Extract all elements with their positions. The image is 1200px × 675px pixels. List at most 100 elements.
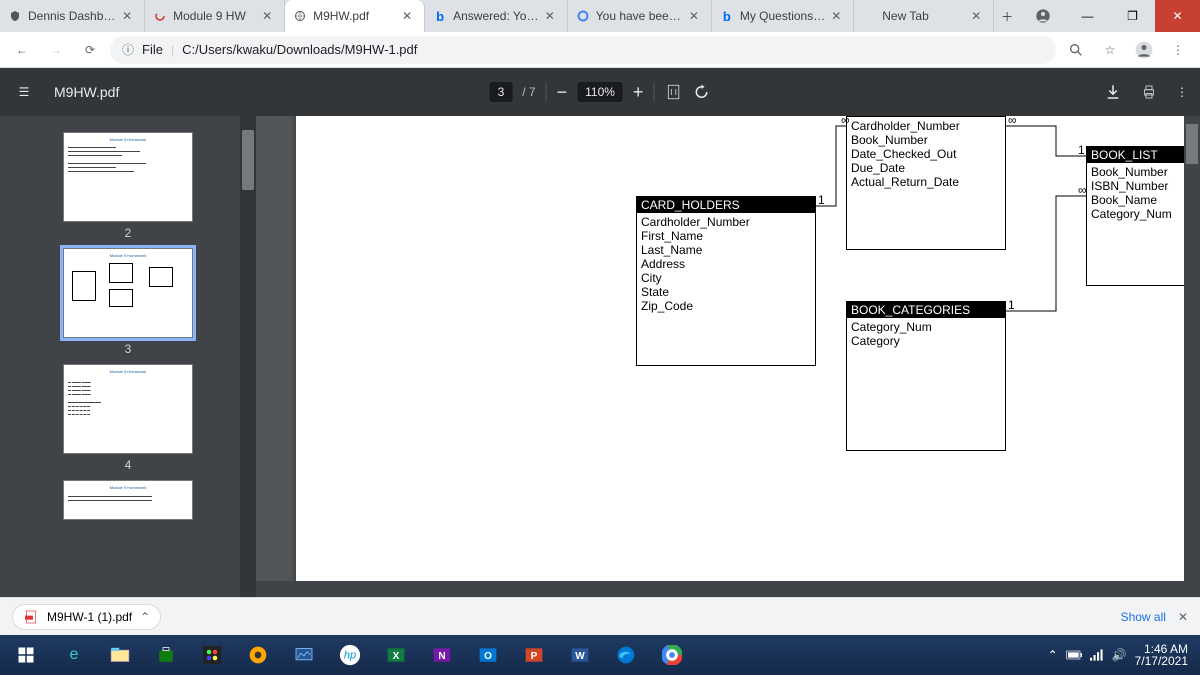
taskbar-dashboard-icon[interactable]	[284, 639, 324, 671]
download-icon[interactable]	[1104, 83, 1122, 101]
tab-my-questions[interactable]: b My Questions | ba ✕	[712, 0, 854, 32]
thumbnail-page-3[interactable]: Module 9 Homework	[63, 248, 193, 338]
page-total: / 7	[522, 85, 535, 99]
chevron-up-icon[interactable]: ⌃	[140, 610, 150, 624]
star-icon[interactable]: ☆	[1096, 36, 1124, 64]
taskbar-app-icon[interactable]	[192, 639, 232, 671]
close-icon[interactable]: ✕	[689, 9, 703, 23]
back-button[interactable]: ←	[8, 36, 36, 64]
tray-chevron-icon[interactable]: ⌃	[1048, 648, 1058, 662]
profile-icon[interactable]	[1130, 36, 1158, 64]
favicon-shield-icon	[8, 9, 22, 23]
entity-row: Cardholder_Number	[851, 119, 1001, 133]
close-icon[interactable]: ✕	[545, 9, 559, 23]
tray-wifi-icon[interactable]	[1090, 649, 1104, 661]
tab-strip: Dennis Dashboard ✕ Module 9 HW ✕ M9HW.pd…	[0, 0, 1020, 32]
close-downloads-button[interactable]: ✕	[1178, 610, 1188, 624]
minimize-button[interactable]: —	[1065, 0, 1110, 32]
tab-label: You have been giv	[596, 9, 683, 23]
page-number-input[interactable]: 3	[490, 82, 513, 102]
close-icon[interactable]: ✕	[122, 9, 136, 23]
forward-button[interactable]: →	[42, 36, 70, 64]
tray-battery-icon[interactable]	[1066, 650, 1082, 660]
rotate-icon[interactable]	[692, 83, 710, 101]
tab-label: Answered: You ha	[453, 9, 539, 23]
thumbnail-panel: Module 9 Homework ▬▬▬▬▬▬▬▬▬▬▬▬▬▬▬▬▬▬▬▬▬▬…	[0, 116, 256, 597]
zoom-level[interactable]: 110%	[577, 82, 623, 102]
svg-text:1: 1	[1008, 298, 1015, 312]
fit-page-icon[interactable]	[664, 83, 682, 101]
entity-row: First_Name	[641, 229, 811, 243]
viewer-scrollbar-horizontal[interactable]	[256, 581, 1184, 597]
tab-module-9-hw[interactable]: Module 9 HW ✕	[145, 0, 285, 32]
entity-row: City	[641, 271, 811, 285]
info-icon: ⓘ	[122, 41, 134, 58]
entity-header: BOOK_CATEGORIES	[847, 302, 1005, 318]
taskbar-explorer-icon[interactable]	[100, 639, 140, 671]
new-tab-button[interactable]: ＋	[994, 0, 1020, 32]
tab-you-have-been[interactable]: You have been giv ✕	[568, 0, 712, 32]
pdf-viewer[interactable]: CARD_HOLDERS Cardholder_Number First_Nam…	[256, 116, 1200, 597]
svg-text:W: W	[575, 651, 585, 662]
menu-icon[interactable]: ⋮	[1164, 36, 1192, 64]
clock[interactable]: 1:46 AM 7/17/2021	[1135, 643, 1188, 667]
tab-label: My Questions | ba	[740, 9, 825, 23]
entity-row: Zip_Code	[641, 299, 811, 313]
thumbnail-page-4[interactable]: Module 9 Homework ▬ ▬▬▬ ▬▬▬▬ ▬▬▬ ▬▬▬▬ ▬▬…	[63, 364, 193, 454]
close-icon[interactable]: ✕	[971, 9, 985, 23]
taskbar-media-icon[interactable]	[238, 639, 278, 671]
pdf-file-icon	[23, 609, 39, 625]
show-all-link[interactable]: Show all	[1121, 610, 1166, 624]
svg-text:1: 1	[818, 193, 825, 207]
maximize-button[interactable]: ❐	[1110, 0, 1155, 32]
close-icon[interactable]: ✕	[402, 9, 416, 23]
window-close-button[interactable]: ✕	[1155, 0, 1200, 32]
thumbnail-scrollbar[interactable]	[240, 116, 256, 597]
taskbar-outlook-icon[interactable]: O	[468, 639, 508, 671]
taskbar-word-icon[interactable]: W	[560, 639, 600, 671]
entity-card-holders: CARD_HOLDERS Cardholder_Number First_Nam…	[636, 196, 816, 366]
zoom-out-button[interactable]: −	[557, 82, 568, 103]
taskbar-store-icon[interactable]	[146, 639, 186, 671]
download-chip[interactable]: M9HW-1 (1).pdf ⌃	[12, 604, 161, 630]
tab-label: M9HW.pdf	[313, 9, 396, 23]
taskbar-chrome-icon[interactable]	[652, 639, 692, 671]
address-bar: ← → ⟳ ⓘ File | C:/Users/kwaku/Downloads/…	[0, 32, 1200, 68]
favicon-b-icon: b	[433, 9, 447, 23]
pdf-toolbar: ☰ M9HW.pdf 3 / 7 − 110% + ⋮	[0, 68, 1200, 116]
favicon-globe-icon	[293, 9, 307, 23]
print-icon[interactable]	[1140, 83, 1158, 101]
tab-answered[interactable]: b Answered: You ha ✕	[425, 0, 568, 32]
entity-row: Date_Checked_Out	[851, 147, 1001, 161]
taskbar-edge-icon[interactable]	[606, 639, 646, 671]
svg-text:hp: hp	[344, 650, 356, 662]
close-icon[interactable]: ✕	[262, 9, 276, 23]
thumbnail-page-5[interactable]: Module 9 Homework ▬▬▬▬▬▬▬▬▬▬▬▬▬▬▬▬▬▬▬▬▬▬…	[63, 480, 193, 520]
thumbnail-page-2[interactable]: Module 9 Homework ▬▬▬▬▬▬▬▬▬▬▬▬▬▬▬▬▬▬▬▬▬▬…	[63, 132, 193, 222]
taskbar-ie-icon[interactable]: e	[54, 639, 94, 671]
taskbar-excel-icon[interactable]: X	[376, 639, 416, 671]
tray-volume-icon[interactable]: 🔊	[1112, 648, 1127, 662]
reload-button[interactable]: ⟳	[76, 36, 104, 64]
tab-m9hw-pdf[interactable]: M9HW.pdf ✕	[285, 0, 425, 32]
svg-text:P: P	[531, 651, 538, 662]
start-button[interactable]	[4, 639, 48, 671]
separator	[653, 83, 654, 101]
more-icon[interactable]: ⋮	[1176, 85, 1188, 99]
pdf-page: CARD_HOLDERS Cardholder_Number First_Nam…	[296, 116, 1200, 597]
thumbnail-number: 3	[125, 342, 132, 356]
taskbar-hp-icon[interactable]: hp	[330, 639, 370, 671]
viewer-scrollbar-vertical[interactable]	[1184, 116, 1200, 597]
taskbar-powerpoint-icon[interactable]: P	[514, 639, 554, 671]
entity-row: Book_Number	[851, 133, 1001, 147]
hamburger-icon[interactable]: ☰	[12, 85, 36, 99]
omnibox[interactable]: ⓘ File | C:/Users/kwaku/Downloads/M9HW-1…	[110, 36, 1056, 64]
account-icon[interactable]	[1020, 0, 1065, 32]
tab-dennis-dashboard[interactable]: Dennis Dashboard ✕	[0, 0, 145, 32]
zoom-in-button[interactable]: +	[633, 82, 644, 103]
taskbar-onenote-icon[interactable]: N	[422, 639, 462, 671]
zoom-icon[interactable]	[1062, 36, 1090, 64]
close-icon[interactable]: ✕	[831, 9, 845, 23]
tab-new[interactable]: New Tab ✕	[854, 0, 994, 32]
download-filename: M9HW-1 (1).pdf	[47, 610, 132, 624]
